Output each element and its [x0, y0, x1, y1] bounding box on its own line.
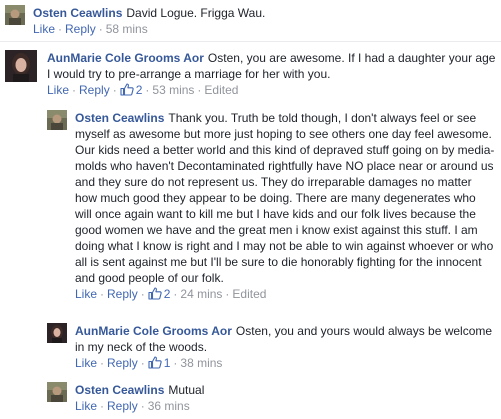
like-link[interactable]: Like: [75, 399, 97, 413]
reply-link[interactable]: Reply: [79, 83, 110, 97]
separator: ·: [140, 356, 145, 370]
avatar[interactable]: [5, 50, 37, 82]
comment-message: Thank you. Truth be told though, I don't…: [75, 111, 495, 285]
comment-reply: AunMarie Cole Grooms Aor Osten, you and y…: [47, 323, 495, 373]
thumbs-up-icon: [120, 83, 134, 100]
comment-author[interactable]: Osten Ceawlins: [75, 383, 164, 397]
like-link[interactable]: Like: [75, 356, 97, 370]
separator: ·: [197, 83, 202, 97]
avatar-image: [47, 323, 67, 343]
comment-author[interactable]: AunMarie Cole Grooms Aor: [75, 324, 232, 338]
separator: ·: [140, 287, 145, 301]
separator: ·: [72, 83, 77, 97]
edited-label[interactable]: Edited: [232, 287, 266, 301]
thumbs-up-icon: [148, 356, 162, 373]
reply-link[interactable]: Reply: [107, 356, 138, 370]
timestamp[interactable]: 38 mins: [180, 356, 222, 370]
separator: ·: [145, 83, 150, 97]
timestamp[interactable]: 58 mins: [106, 22, 148, 36]
comment-author[interactable]: Osten Ceawlins: [33, 6, 122, 20]
comment-actions: Like · Reply · 2 · 24 mins · Edited: [75, 287, 495, 304]
avatar[interactable]: [47, 382, 67, 402]
like-link[interactable]: Like: [33, 22, 55, 36]
avatar[interactable]: [47, 323, 67, 343]
reply-link[interactable]: Reply: [107, 399, 138, 413]
timestamp[interactable]: 24 mins: [180, 287, 222, 301]
comment-author[interactable]: Osten Ceawlins: [75, 111, 164, 125]
like-count[interactable]: 2: [120, 83, 143, 100]
comment-author[interactable]: AunMarie Cole Grooms Aor: [47, 51, 204, 65]
separator: ·: [173, 287, 178, 301]
reply-link[interactable]: Reply: [65, 22, 96, 36]
comment-reply: Osten Ceawlins Thank you. Truth be told t…: [47, 110, 495, 304]
reply-link[interactable]: Reply: [107, 287, 138, 301]
avatar[interactable]: [5, 5, 25, 25]
separator: ·: [225, 287, 230, 301]
comment: AunMarie Cole Grooms Aor Osten, you are a…: [5, 50, 497, 100]
like-count-value: 2: [135, 83, 143, 97]
comment-text: AunMarie Cole Grooms Aor Osten, you are a…: [47, 50, 497, 82]
comment: Osten Ceawlins David Logue. Frigga Wau. L…: [5, 5, 495, 37]
timestamp[interactable]: 53 mins: [152, 83, 194, 97]
separator: ·: [112, 83, 117, 97]
timestamp[interactable]: 36 mins: [148, 399, 190, 413]
comment-actions: Like · Reply · 2 · 53 mins · Edited: [47, 83, 497, 100]
like-link[interactable]: Like: [47, 83, 69, 97]
separator: ·: [100, 399, 105, 413]
separator: ·: [173, 356, 178, 370]
like-count[interactable]: 1: [148, 356, 171, 373]
avatar-image: [5, 5, 25, 25]
like-count-value: 2: [163, 287, 171, 301]
avatar-image: [5, 50, 37, 82]
comment-message: Mutual: [168, 383, 205, 397]
separator: ·: [98, 22, 103, 36]
comment-text: Osten Ceawlins David Logue. Frigga Wau.: [33, 5, 495, 21]
comment-actions: Like · Reply · 36 mins: [75, 399, 495, 414]
comment-text: AunMarie Cole Grooms Aor Osten, you and y…: [75, 323, 495, 355]
comment-text: Osten Ceawlins Thank you. Truth be told t…: [75, 110, 495, 286]
divider: [0, 41, 501, 42]
avatar[interactable]: [47, 110, 67, 130]
separator: ·: [58, 22, 63, 36]
edited-label[interactable]: Edited: [204, 83, 238, 97]
comment-reply: Osten Ceawlins Mutual Like · Reply · 36 mins: [47, 382, 495, 414]
like-count[interactable]: 2: [148, 287, 171, 304]
comment-actions: Like · Reply · 58 mins: [33, 22, 495, 37]
separator: ·: [140, 399, 145, 413]
like-count-value: 1: [163, 356, 171, 370]
thumbs-up-icon: [148, 287, 162, 304]
like-link[interactable]: Like: [75, 287, 97, 301]
comment-text: Osten Ceawlins Mutual: [75, 382, 495, 398]
avatar-image: [47, 110, 67, 130]
comment-message: David Logue. Frigga Wau.: [126, 6, 266, 20]
separator: ·: [100, 356, 105, 370]
separator: ·: [100, 287, 105, 301]
avatar-image: [47, 382, 67, 402]
comment-actions: Like · Reply · 1 · 38 mins: [75, 356, 495, 373]
